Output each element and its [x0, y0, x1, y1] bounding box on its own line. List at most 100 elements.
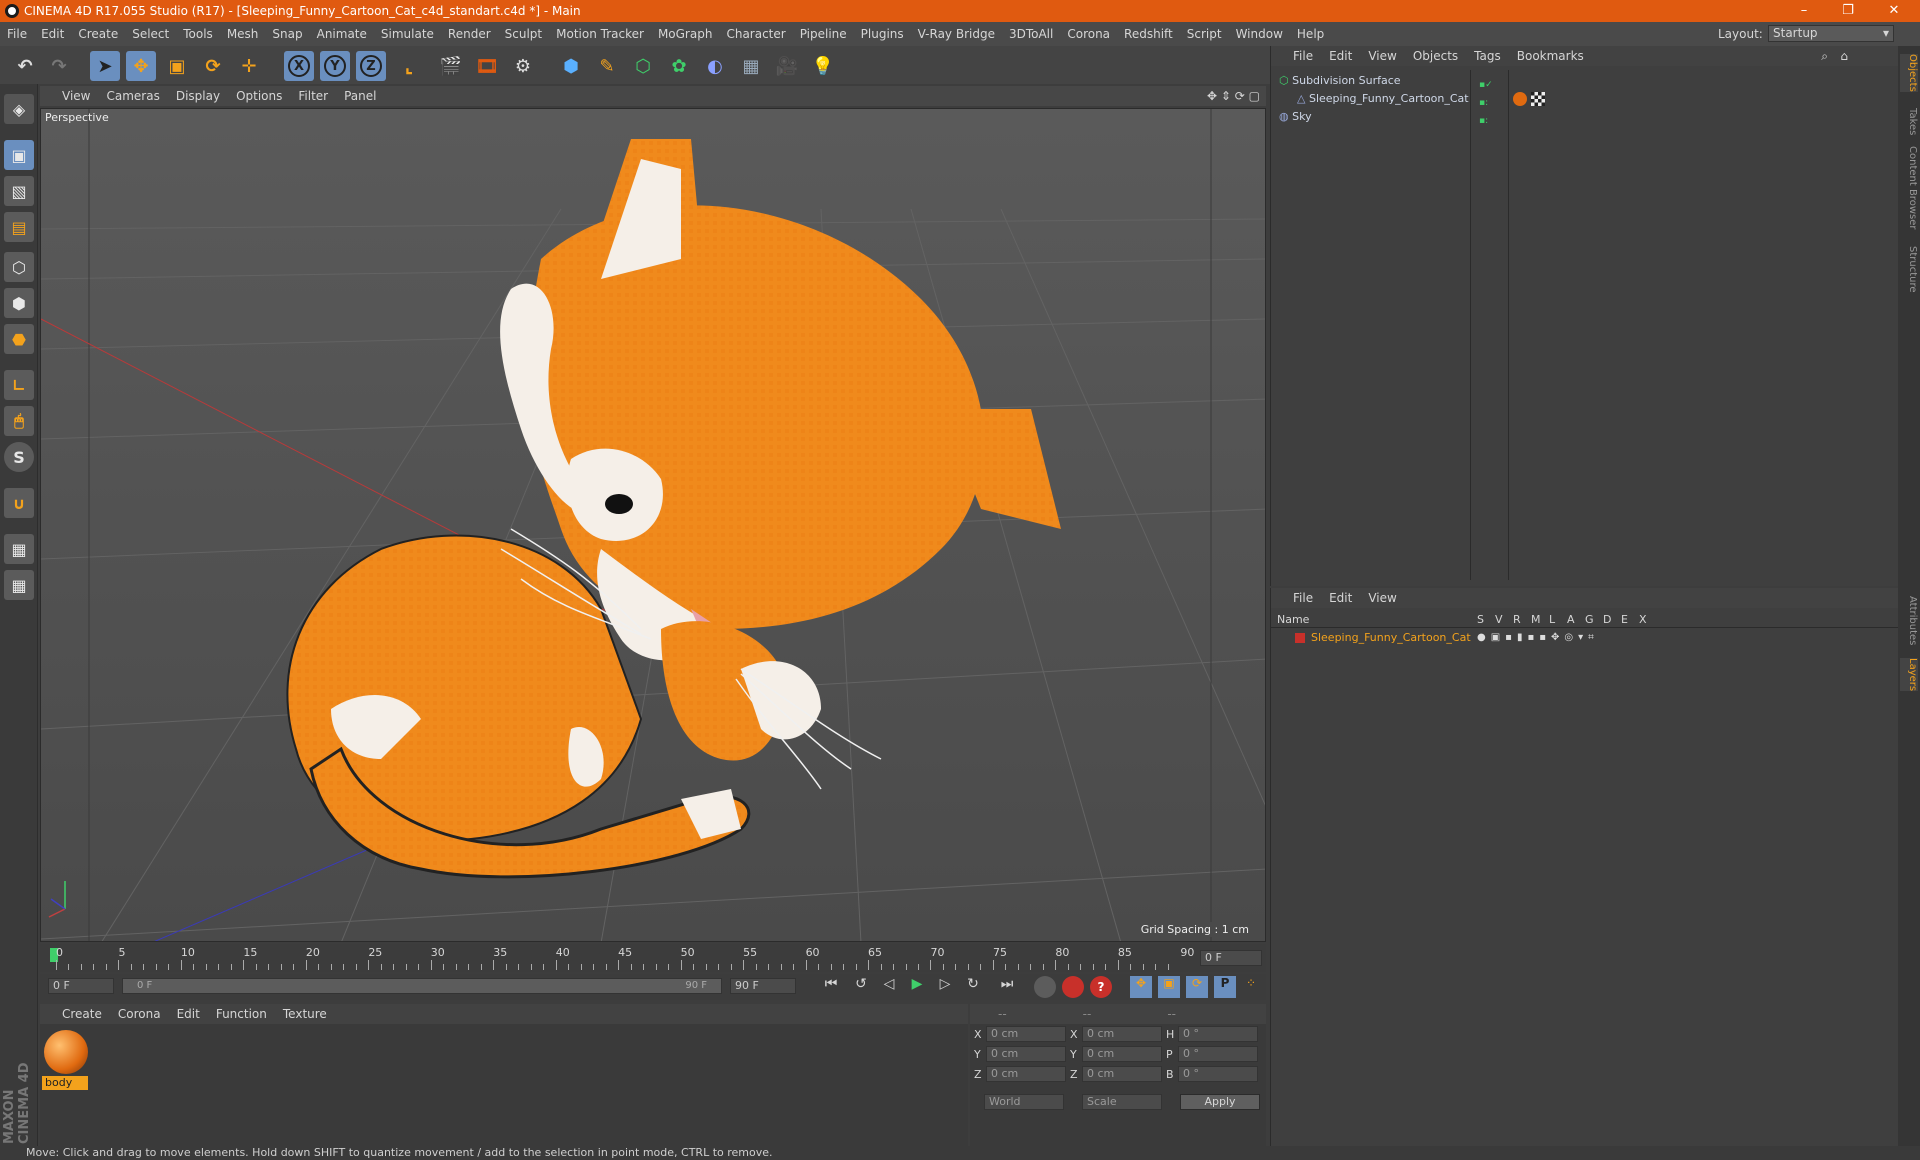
menu-file[interactable]: File	[0, 22, 34, 46]
coord-value-field[interactable]: 0 °	[1178, 1046, 1258, 1062]
coordinate-system-button[interactable]: ⌞	[394, 51, 424, 81]
prev-frame-button[interactable]: ◁	[878, 976, 900, 998]
side-tab-attributes[interactable]: Attributes	[1900, 596, 1918, 645]
workplane-icon[interactable]: ▤	[4, 212, 34, 242]
menu-script[interactable]: Script	[1180, 22, 1229, 46]
floor-icon[interactable]: ▦	[736, 51, 766, 81]
magnet-icon[interactable]: ∪	[4, 488, 34, 518]
viewport-menu-options[interactable]: Options	[228, 86, 290, 106]
layer-col-header[interactable]: S	[1477, 612, 1484, 628]
timeline-ruler[interactable]: 0 5 10 15 20 25 30 35 40 45 50 55 60 65 70 75 80 85 90 0 F	[40, 944, 1266, 972]
key-position-button[interactable]: ✥	[1130, 976, 1152, 998]
menu-sculpt[interactable]: Sculpt	[498, 22, 549, 46]
apply-button[interactable]: Apply	[1180, 1094, 1260, 1110]
layout-select[interactable]: Startup ▾	[1768, 25, 1894, 42]
menu-animate[interactable]: Animate	[310, 22, 374, 46]
coord-value-field[interactable]: 0 cm	[986, 1026, 1066, 1042]
material-menu-edit[interactable]: Edit	[169, 1004, 208, 1024]
side-tab-takes[interactable]: Takes	[1900, 108, 1918, 135]
menu-window[interactable]: Window	[1229, 22, 1290, 46]
menu-corona[interactable]: Corona	[1060, 22, 1117, 46]
visibility-toggles[interactable]: ▪✓ ▪: ▪:	[1479, 76, 1505, 126]
subdivision-icon[interactable]: ⬡	[628, 51, 658, 81]
layer-col-header[interactable]: G	[1585, 612, 1594, 628]
layer-col-header[interactable]: R	[1513, 612, 1521, 628]
close-button[interactable]: ✕	[1874, 0, 1914, 22]
planar-workplane-icon[interactable]: ▦	[4, 570, 34, 600]
axis-z-button[interactable]: Z	[356, 51, 386, 81]
end-frame-field[interactable]: 90 F	[730, 978, 796, 994]
coord-value-field[interactable]: 0 cm	[1082, 1026, 1162, 1042]
layer-menu-edit[interactable]: Edit	[1321, 588, 1360, 608]
layer-menu-view[interactable]: View	[1360, 588, 1404, 608]
layer-col-header[interactable]: E	[1621, 612, 1628, 628]
model-mode-icon[interactable]: ▣	[4, 140, 34, 170]
pen-spline-icon[interactable]: ✎	[592, 51, 622, 81]
key-rotation-button[interactable]: ⟳	[1186, 976, 1208, 998]
key-pla-button[interactable]: ⁘	[1240, 976, 1262, 998]
side-tab-content-browser[interactable]: Content Browser	[1900, 146, 1918, 229]
material-name[interactable]: body	[42, 1076, 88, 1090]
menu-plugins[interactable]: Plugins	[854, 22, 911, 46]
menu-motion-tracker[interactable]: Motion Tracker	[549, 22, 651, 46]
move-tool-button[interactable]: ✥	[126, 51, 156, 81]
key-param-button[interactable]: P	[1214, 976, 1236, 998]
minimize-button[interactable]: –	[1784, 0, 1824, 22]
play-button[interactable]: ▶	[906, 976, 928, 998]
light-icon[interactable]: 💡	[808, 51, 838, 81]
menu-simulate[interactable]: Simulate	[374, 22, 441, 46]
enable-axis-icon[interactable]: ∟	[4, 370, 34, 400]
layer-flag-icons[interactable]: ●▣▪▮▪▪✥◎▾⌗	[1477, 630, 1599, 646]
layer-col-header[interactable]: A	[1567, 612, 1575, 628]
viewport-menu-view[interactable]: View	[54, 86, 98, 106]
object-row-cat[interactable]: △ Sleeping_Funny_Cartoon_Cat	[1297, 90, 1469, 108]
deformer-icon[interactable]: ◐	[700, 51, 730, 81]
menu-help[interactable]: Help	[1290, 22, 1331, 46]
material-tag-icon[interactable]	[1513, 92, 1527, 106]
render-view-button[interactable]: 🎬	[436, 51, 466, 81]
scale-select[interactable]: Scale	[1082, 1094, 1162, 1110]
material-menu-texture[interactable]: Texture	[275, 1004, 335, 1024]
viewport-menu-cameras[interactable]: Cameras	[98, 86, 167, 106]
edges-mode-icon[interactable]: ⬢	[4, 288, 34, 318]
menu-character[interactable]: Character	[719, 22, 792, 46]
side-tab-structure[interactable]: Structure	[1900, 246, 1918, 293]
menu-redshift[interactable]: Redshift	[1117, 22, 1180, 46]
checker-tag-icon[interactable]	[1531, 92, 1545, 106]
perspective-viewport[interactable]: Perspective Grid Spacing : 1 cm	[40, 108, 1266, 942]
undo-button[interactable]: ↶	[10, 51, 40, 81]
viewport-nav-icons[interactable]: ✥ ⇕ ⟳ ▢	[1207, 86, 1260, 106]
coord-value-field[interactable]: 0 °	[1178, 1026, 1258, 1042]
scale-tool-button[interactable]: ▣	[162, 51, 192, 81]
rotate-tool-button[interactable]: ⟳	[198, 51, 228, 81]
layer-col-header[interactable]: X	[1639, 612, 1647, 628]
material-menu-corona[interactable]: Corona	[110, 1004, 169, 1024]
menu-select[interactable]: Select	[125, 22, 176, 46]
axis-y-button[interactable]: Y	[320, 51, 350, 81]
next-key-button[interactable]: ↻	[962, 976, 984, 998]
layer-col-header[interactable]: M	[1531, 612, 1541, 628]
menu-pipeline[interactable]: Pipeline	[793, 22, 854, 46]
menu-snap[interactable]: Snap	[265, 22, 309, 46]
material-menu-function[interactable]: Function	[208, 1004, 275, 1024]
make-editable-icon[interactable]: ◈	[4, 94, 34, 124]
viewport-menu-display[interactable]: Display	[168, 86, 228, 106]
menu-edit[interactable]: Edit	[34, 22, 71, 46]
layer-menu-file[interactable]: File	[1285, 588, 1321, 608]
transform-tool-button[interactable]: ✛	[234, 51, 264, 81]
viewport-menu-panel[interactable]: Panel	[336, 86, 384, 106]
restore-button[interactable]: ❐	[1828, 0, 1868, 22]
menu-mesh[interactable]: Mesh	[220, 22, 266, 46]
menu-render[interactable]: Render	[441, 22, 498, 46]
coord-value-field[interactable]: 0 cm	[1082, 1046, 1162, 1062]
layer-col-header[interactable]: V	[1495, 612, 1503, 628]
prev-key-button[interactable]: ↺	[850, 976, 872, 998]
world-select[interactable]: World	[984, 1094, 1064, 1110]
menu-mograph[interactable]: MoGraph	[651, 22, 720, 46]
autokey-button[interactable]	[1062, 976, 1084, 998]
object-row-subdivision[interactable]: ⬡ Subdivision Surface	[1279, 72, 1401, 90]
material-menu-create[interactable]: Create	[54, 1004, 110, 1024]
object-menu-view[interactable]: View	[1360, 46, 1404, 66]
mograph-cloner-icon[interactable]: ✿	[664, 51, 694, 81]
object-menu-bookmarks[interactable]: Bookmarks	[1509, 46, 1592, 66]
